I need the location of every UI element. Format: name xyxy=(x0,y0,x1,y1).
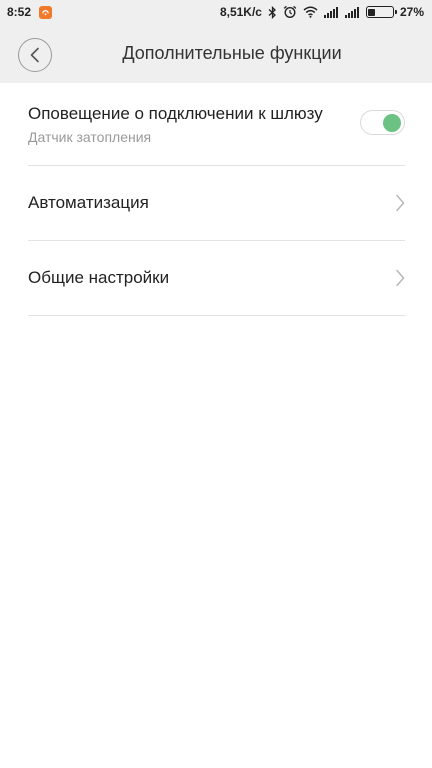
status-right: 8,51K/c 27% xyxy=(220,5,424,19)
toggle-knob xyxy=(383,113,401,132)
chevron-right-icon xyxy=(395,194,405,212)
page-title: Дополнительные функции xyxy=(122,43,342,63)
status-left: 8:52 xyxy=(7,5,53,19)
signal-icon xyxy=(323,6,339,18)
network-speed: 8,51K/c xyxy=(219,5,262,19)
status-bar: 8:52 8,51K/c 27% xyxy=(0,0,432,24)
chevron-left-icon xyxy=(30,47,39,63)
gateway-notification-row[interactable]: Оповещение о подключении к шлюзу Датчик … xyxy=(28,83,405,166)
gateway-notification-toggle[interactable] xyxy=(360,109,405,135)
battery-percent: 27% xyxy=(399,5,424,19)
gateway-notification-title: Оповещение о подключении к шлюзу xyxy=(28,103,323,123)
status-time: 8:52 xyxy=(7,5,32,19)
alarm-icon xyxy=(283,5,297,19)
wifi-icon xyxy=(303,6,318,18)
back-button[interactable] xyxy=(18,38,52,72)
battery-icon xyxy=(365,6,397,18)
battery-level-fill xyxy=(368,8,375,16)
automation-label: Автоматизация xyxy=(28,193,149,212)
signal-icon xyxy=(344,6,360,18)
app-notification-icon xyxy=(39,5,53,19)
bluetooth-icon xyxy=(268,5,277,19)
automation-row[interactable]: Автоматизация xyxy=(28,166,405,241)
chevron-right-icon xyxy=(395,269,405,287)
general-settings-label: Общие настройки xyxy=(28,268,170,287)
top-area: 8:52 8,51K/c 27% Дополнительные функции xyxy=(0,0,432,83)
settings-list: Оповещение о подключении к шлюзу Датчик … xyxy=(0,83,432,316)
title-bar: Дополнительные функции xyxy=(0,24,432,83)
gateway-notification-subtitle: Датчик затопления xyxy=(28,128,152,145)
general-settings-row[interactable]: Общие настройки xyxy=(28,241,405,316)
gateway-notification-text: Оповещение о подключении к шлюзу Датчик … xyxy=(28,104,360,145)
